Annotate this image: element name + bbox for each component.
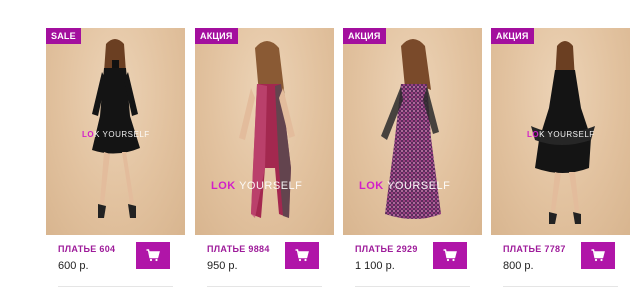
brand-watermark: LOK YOURSELF [211, 180, 303, 192]
product-name[interactable]: ПЛАТЬЕ 2929 [355, 244, 418, 254]
product-grid: LOK YOURSELF SALE ПЛАТЬЕ 604 600 р. LOK … [0, 0, 640, 304]
product-info: ПЛАТЬЕ 2929 1 100 р. [343, 235, 482, 304]
promo-badge: АКЦИЯ [195, 28, 238, 44]
model-figure [239, 41, 295, 218]
product-photo[interactable]: LOK YOURSELF АКЦИЯ [195, 28, 334, 235]
product-info: ПЛАТЬЕ 9884 950 р. [195, 235, 334, 304]
shopping-cart-icon [146, 249, 160, 262]
product-name[interactable]: ПЛАТЬЕ 604 [58, 244, 115, 254]
product-card[interactable]: LOK YOURSELF АКЦИЯ ПЛАТЬЕ 9884 950 р. [195, 28, 334, 304]
product-price: 800 р. [503, 260, 534, 272]
promo-badge: АКЦИЯ [491, 28, 534, 44]
add-to-cart-button[interactable] [285, 242, 319, 269]
divider [58, 286, 173, 287]
divider [503, 286, 618, 287]
shopping-cart-icon [591, 249, 605, 262]
divider [355, 286, 470, 287]
product-name[interactable]: ПЛАТЬЕ 9884 [207, 244, 270, 254]
model-figure [381, 39, 441, 219]
product-card[interactable]: LOK YOURSELF АКЦИЯ ПЛАТЬЕ 2929 1 100 р. [343, 28, 482, 304]
product-photo[interactable]: LOK YOURSELF АКЦИЯ [343, 28, 482, 235]
divider [207, 286, 322, 287]
product-price: 950 р. [207, 260, 238, 272]
brand-watermark: LOK YOURSELF [527, 130, 595, 139]
product-card[interactable]: LOK YOURSELF SALE ПЛАТЬЕ 604 600 р. [46, 28, 185, 304]
product-price: 600 р. [58, 260, 89, 272]
promo-badge: АКЦИЯ [343, 28, 386, 44]
sale-badge: SALE [46, 28, 81, 44]
add-to-cart-button[interactable] [433, 242, 467, 269]
product-info: ПЛАТЬЕ 604 600 р. [46, 235, 185, 304]
shopping-cart-icon [295, 249, 309, 262]
brand-watermark: LOK YOURSELF [82, 130, 150, 139]
brand-watermark: LOK YOURSELF [359, 180, 451, 192]
product-name[interactable]: ПЛАТЬЕ 7787 [503, 244, 566, 254]
product-card[interactable]: LOK YOURSELF АКЦИЯ ПЛАТЬЕ 7787 800 р. [491, 28, 630, 304]
product-photo[interactable]: LOK YOURSELF SALE [46, 28, 185, 235]
product-info: ПЛАТЬЕ 7787 800 р. [491, 235, 630, 304]
add-to-cart-button[interactable] [581, 242, 615, 269]
shopping-cart-icon [443, 249, 457, 262]
product-photo[interactable]: LOK YOURSELF АКЦИЯ [491, 28, 630, 235]
add-to-cart-button[interactable] [136, 242, 170, 269]
product-price: 1 100 р. [355, 260, 395, 272]
